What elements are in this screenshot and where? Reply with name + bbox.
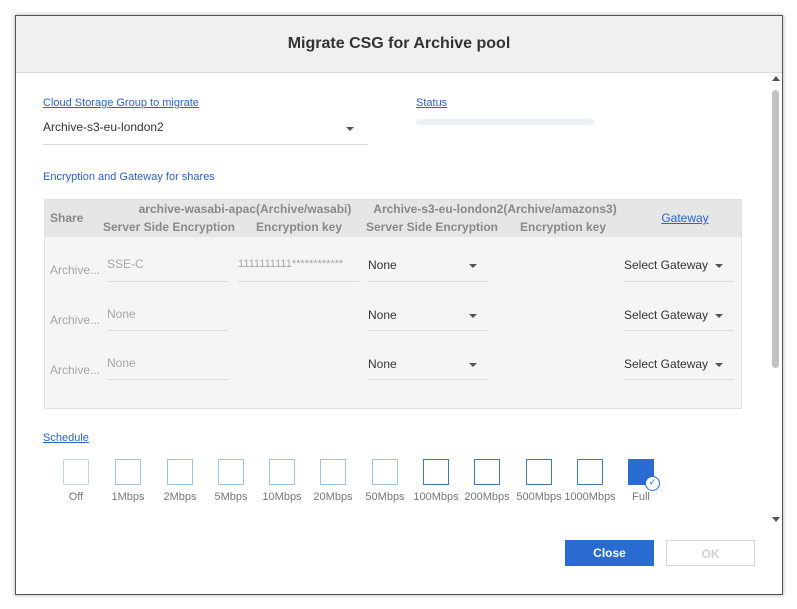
schedule-option-10mbps[interactable]	[269, 459, 295, 485]
gateway-value: Select Gateway	[624, 308, 709, 322]
divider	[624, 281, 734, 282]
chevron-down-icon	[469, 264, 477, 268]
target-key-header: Encryption key	[519, 220, 607, 234]
divider	[107, 330, 228, 331]
chevron-down-icon	[469, 314, 477, 318]
source-key-header: Encryption key	[255, 220, 343, 234]
chevron-down-icon	[346, 127, 354, 131]
target-csg-header: Archive-s3-eu-london2(Archive/amazons3)	[373, 202, 617, 216]
schedule-option-1000mbps[interactable]	[577, 459, 603, 485]
ok-button[interactable]: OK	[666, 540, 755, 566]
source-sse-value: SSE-C	[107, 257, 144, 271]
schedule-label: Schedule	[43, 432, 89, 444]
shares-table: Share archive-wasabi-apac(Archive/wasabi…	[44, 199, 742, 409]
check-icon: ✓	[645, 476, 660, 491]
source-csg-header: archive-wasabi-apac(Archive/wasabi)	[138, 202, 352, 216]
status-progress-bar	[416, 119, 594, 125]
schedule-option-off[interactable]	[63, 459, 89, 485]
schedule-option-20mbps[interactable]	[320, 459, 346, 485]
dialog-title-bar: Migrate CSG for Archive pool	[16, 16, 782, 73]
schedule-option-label: Off	[68, 491, 84, 503]
schedule-option-label: 1Mbps	[111, 491, 145, 503]
divider	[368, 379, 489, 380]
target-sse-value: None	[368, 308, 397, 322]
divider	[238, 281, 359, 282]
schedule-option-label: 200Mbps	[464, 491, 510, 503]
target-sse-header: Server Side Encryption	[365, 220, 499, 234]
csg-label: Cloud Storage Group to migrate	[43, 97, 199, 109]
share-column-header: Share	[50, 211, 84, 225]
gateway-value: Select Gateway	[624, 258, 709, 272]
scroll-down-arrow-icon[interactable]	[772, 517, 780, 522]
schedule-option-label: 20Mbps	[313, 491, 353, 503]
schedule-option-5mbps[interactable]	[218, 459, 244, 485]
divider	[624, 330, 734, 331]
scroll-up-arrow-icon[interactable]	[772, 76, 780, 81]
migrate-csg-dialog: Migrate CSG for Archive pool Cloud Stora…	[15, 15, 783, 595]
chevron-down-icon	[715, 314, 723, 318]
divider	[368, 281, 489, 282]
chevron-down-icon	[715, 363, 723, 367]
source-sse-value: None	[107, 307, 136, 321]
schedule-option-1mbps[interactable]	[115, 459, 141, 485]
status-label: Status	[416, 97, 448, 109]
target-sse-value: None	[368, 357, 397, 371]
chevron-down-icon	[715, 264, 723, 268]
divider	[368, 330, 489, 331]
gateway-column-header[interactable]: Gateway	[655, 211, 715, 225]
source-sse-value: None	[107, 356, 136, 370]
csg-select[interactable]: Archive-s3-eu-london2	[43, 120, 368, 145]
scrollbar-thumb[interactable]	[772, 90, 779, 368]
encryption-gateway-label: Encryption and Gateway for shares	[43, 171, 215, 183]
schedule-option-2mbps[interactable]	[167, 459, 193, 485]
divider	[624, 379, 734, 380]
share-name: Archive...	[50, 363, 101, 377]
share-name: Archive...	[50, 313, 101, 327]
target-sse-value: None	[368, 258, 397, 272]
schedule-option-50mbps[interactable]	[372, 459, 398, 485]
source-sse-header: Server Side Encryption	[102, 220, 236, 234]
vertical-scrollbar[interactable]	[771, 76, 782, 526]
dialog-title: Migrate CSG for Archive pool	[287, 35, 511, 52]
shares-table-header: Share archive-wasabi-apac(Archive/wasabi…	[45, 200, 741, 237]
divider	[107, 281, 228, 282]
source-key-value: 1111111111************	[238, 258, 344, 270]
share-name: Archive...	[50, 263, 101, 277]
csg-select-value: Archive-s3-eu-london2	[43, 120, 164, 134]
schedule-option-200mbps[interactable]	[474, 459, 500, 485]
schedule-option-100mbps[interactable]	[423, 459, 449, 485]
schedule-option-full[interactable]: ✓	[628, 459, 660, 491]
schedule-option-label: Full	[632, 491, 650, 503]
close-button[interactable]: Close	[565, 540, 654, 566]
schedule-option-500mbps[interactable]	[526, 459, 552, 485]
gateway-value: Select Gateway	[624, 357, 709, 371]
chevron-down-icon	[469, 363, 477, 367]
divider	[107, 379, 228, 380]
